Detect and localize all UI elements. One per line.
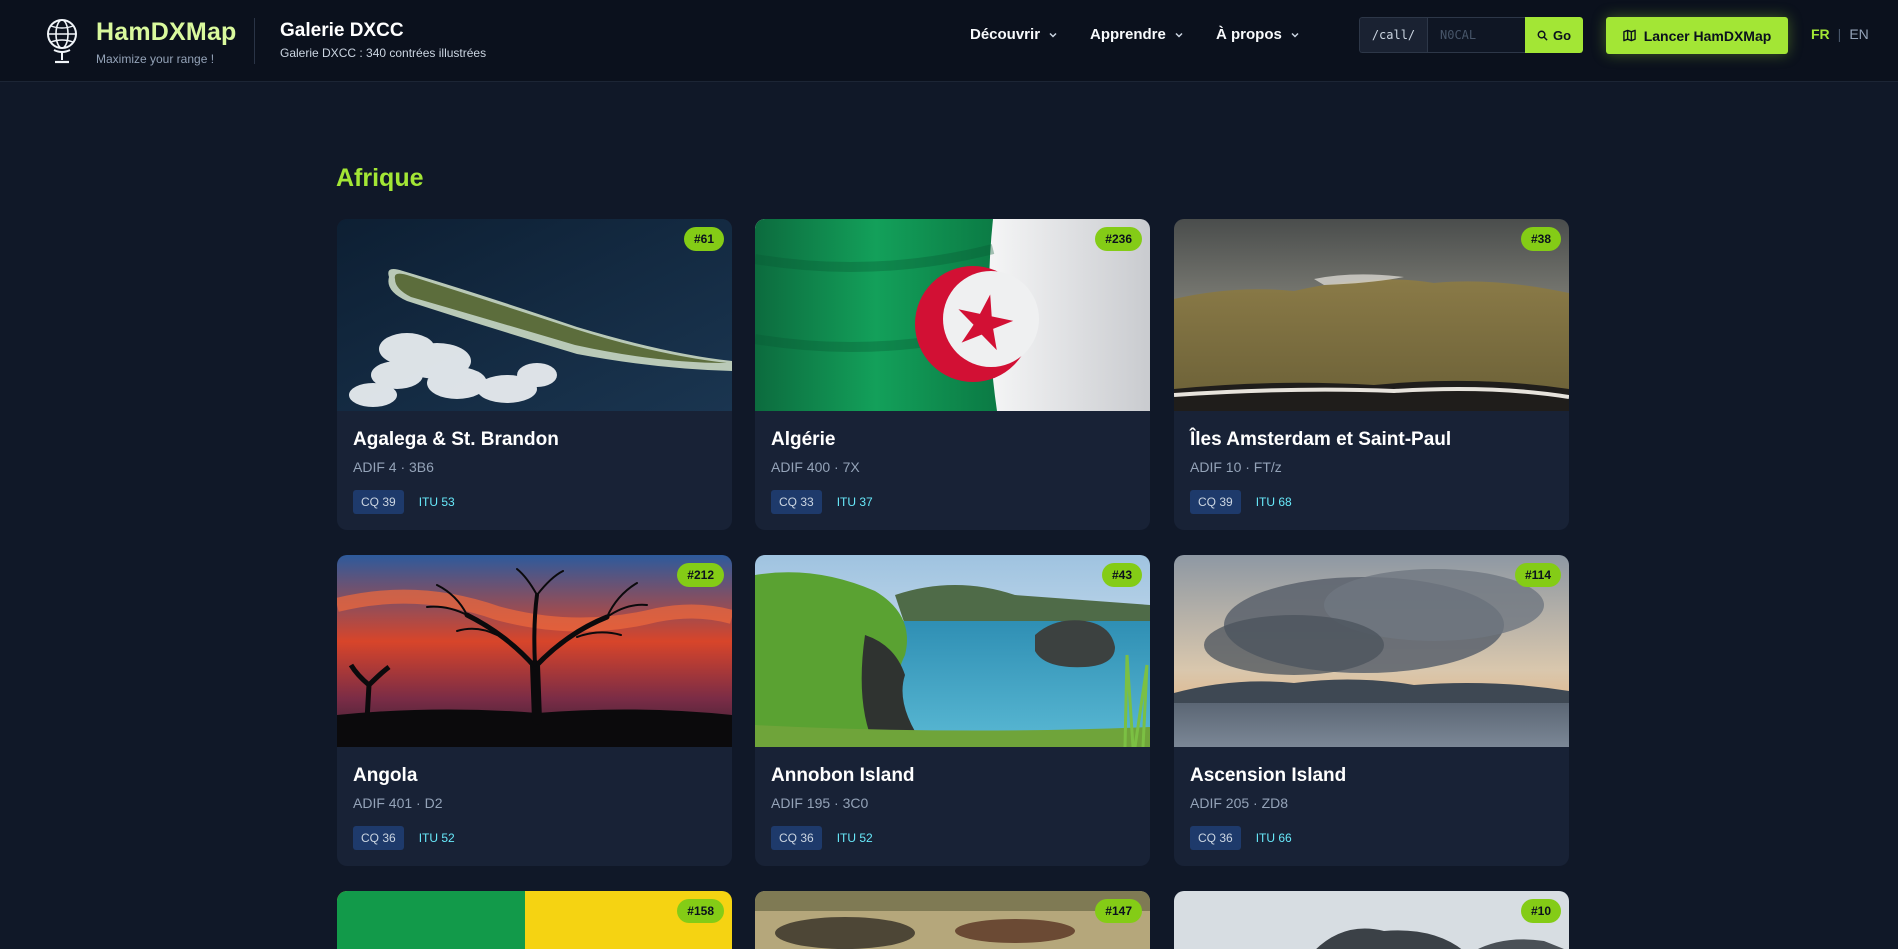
nav-menu-a-propos[interactable]: À propos — [1216, 26, 1301, 43]
nav-menu-decouvrir[interactable]: Découvrir — [970, 26, 1059, 43]
entity-rank-badge: #236 — [1095, 227, 1142, 251]
chevron-down-icon — [1291, 32, 1299, 38]
callsign-input[interactable] — [1427, 17, 1525, 53]
entity-rank-badge: #43 — [1101, 563, 1142, 587]
search-go-button[interactable]: Go — [1525, 17, 1583, 53]
entity-card[interactable]: #212 Angola ADIF 401 · D2 CQ 36 ITU 52 — [337, 555, 732, 866]
page-title: Galerie DXCC — [280, 20, 404, 41]
itu-zone-tag: ITU 37 — [836, 495, 873, 509]
entity-adif-prefix: ADIF 195 · 3C0 — [771, 795, 869, 811]
entity-card[interactable]: #10 — [1174, 891, 1569, 949]
entity-image: #10 — [1174, 891, 1569, 949]
nav-menu-apprendre[interactable]: Apprendre — [1090, 26, 1185, 43]
entity-image: #158 — [337, 891, 732, 949]
entity-rank-badge: #10 — [1520, 899, 1561, 923]
entity-adif-prefix: ADIF 400 · 7X — [771, 459, 860, 475]
entity-rank-badge: #147 — [1095, 899, 1142, 923]
entity-card[interactable]: #61 Agalega & St. Brandon ADIF 4 · 3B6 C… — [337, 219, 732, 530]
entity-adif-prefix: ADIF 10 · FT/z — [1190, 459, 1282, 475]
itu-zone-tag: ITU 52 — [418, 831, 455, 845]
entity-name: Ascension Island — [1190, 765, 1347, 786]
section-title: Afrique — [336, 164, 424, 192]
entity-image: #38 — [1174, 219, 1569, 411]
entity-card[interactable]: #43 Annobon Island ADIF 195 · 3C0 CQ 36 … — [755, 555, 1150, 866]
header-divider — [254, 18, 255, 64]
entity-name: Annobon Island — [771, 765, 915, 786]
entity-card[interactable]: #38 Îles Amsterdam et Saint-Paul ADIF 10… — [1174, 219, 1569, 530]
entity-image: #236 — [755, 219, 1150, 411]
nav-label: À propos — [1216, 26, 1282, 43]
entity-rank-badge: #158 — [677, 899, 724, 923]
itu-zone-tag: ITU 53 — [418, 495, 455, 509]
map-icon — [1622, 29, 1636, 42]
brand-tagline: Maximize your range ! — [96, 52, 215, 66]
itu-zone-tag: ITU 66 — [1255, 831, 1292, 845]
entity-adif-prefix: ADIF 205 · ZD8 — [1190, 795, 1289, 811]
language-switcher: FR | EN — [1811, 26, 1869, 42]
entity-name: Angola — [353, 765, 418, 786]
cq-zone-tag: CQ 39 — [1190, 490, 1241, 514]
search-icon — [1537, 30, 1548, 41]
entity-name: Agalega & St. Brandon — [353, 429, 559, 450]
entity-rank-badge: #38 — [1520, 227, 1561, 251]
entity-rank-badge: #114 — [1514, 563, 1561, 587]
entity-name: Algérie — [771, 429, 836, 450]
nav-label: Découvrir — [970, 26, 1041, 43]
nav-label: Apprendre — [1090, 26, 1166, 43]
cq-zone-tag: CQ 36 — [1190, 826, 1241, 850]
launch-hamdxmap-button[interactable]: Lancer HamDXMap — [1606, 17, 1788, 54]
page-subtitle: Galerie DXCC : 340 contrées illustrées — [280, 46, 487, 60]
entity-name: Îles Amsterdam et Saint-Paul — [1190, 429, 1452, 450]
entity-image: #114 — [1174, 555, 1569, 747]
cq-zone-tag: CQ 36 — [771, 826, 822, 850]
top-navigation-bar: HamDXMap Maximize your range ! Galerie D… — [0, 0, 1898, 82]
entity-image: #61 — [337, 219, 732, 411]
chevron-down-icon — [1175, 32, 1183, 38]
search-prefix: /call/ — [1359, 17, 1427, 53]
cq-zone-tag: CQ 33 — [771, 490, 822, 514]
chevron-down-icon — [1049, 32, 1057, 38]
entity-card[interactable]: #147 — [755, 891, 1150, 949]
lang-separator: | — [1837, 26, 1842, 42]
entity-image: #147 — [755, 891, 1150, 949]
cq-zone-tag: CQ 36 — [353, 826, 404, 850]
search-go-label: Go — [1552, 27, 1572, 43]
entity-rank-badge: #61 — [683, 227, 724, 251]
entity-image: #43 — [755, 555, 1150, 747]
entity-card[interactable]: #236 Algérie ADIF 400 · 7X CQ 33 ITU 37 — [755, 219, 1150, 530]
cq-zone-tag: CQ 39 — [353, 490, 404, 514]
entity-image: #212 — [337, 555, 732, 747]
entity-rank-badge: #212 — [677, 563, 724, 587]
entity-adif-prefix: ADIF 4 · 3B6 — [353, 459, 434, 475]
lang-en[interactable]: EN — [1849, 26, 1868, 42]
entity-adif-prefix: ADIF 401 · D2 — [353, 795, 443, 811]
lang-fr[interactable]: FR — [1811, 26, 1830, 42]
entity-card[interactable]: #114 Ascension Island ADIF 205 · ZD8 CQ … — [1174, 555, 1569, 866]
itu-zone-tag: ITU 68 — [1255, 495, 1292, 509]
itu-zone-tag: ITU 52 — [836, 831, 873, 845]
brand-name[interactable]: HamDXMap — [96, 18, 237, 47]
launch-label: Lancer HamDXMap — [1643, 27, 1772, 44]
callsign-search: /call/ Go — [1359, 17, 1583, 53]
entity-card[interactable]: #158 — [337, 891, 732, 949]
globe-logo-icon[interactable] — [44, 16, 80, 66]
